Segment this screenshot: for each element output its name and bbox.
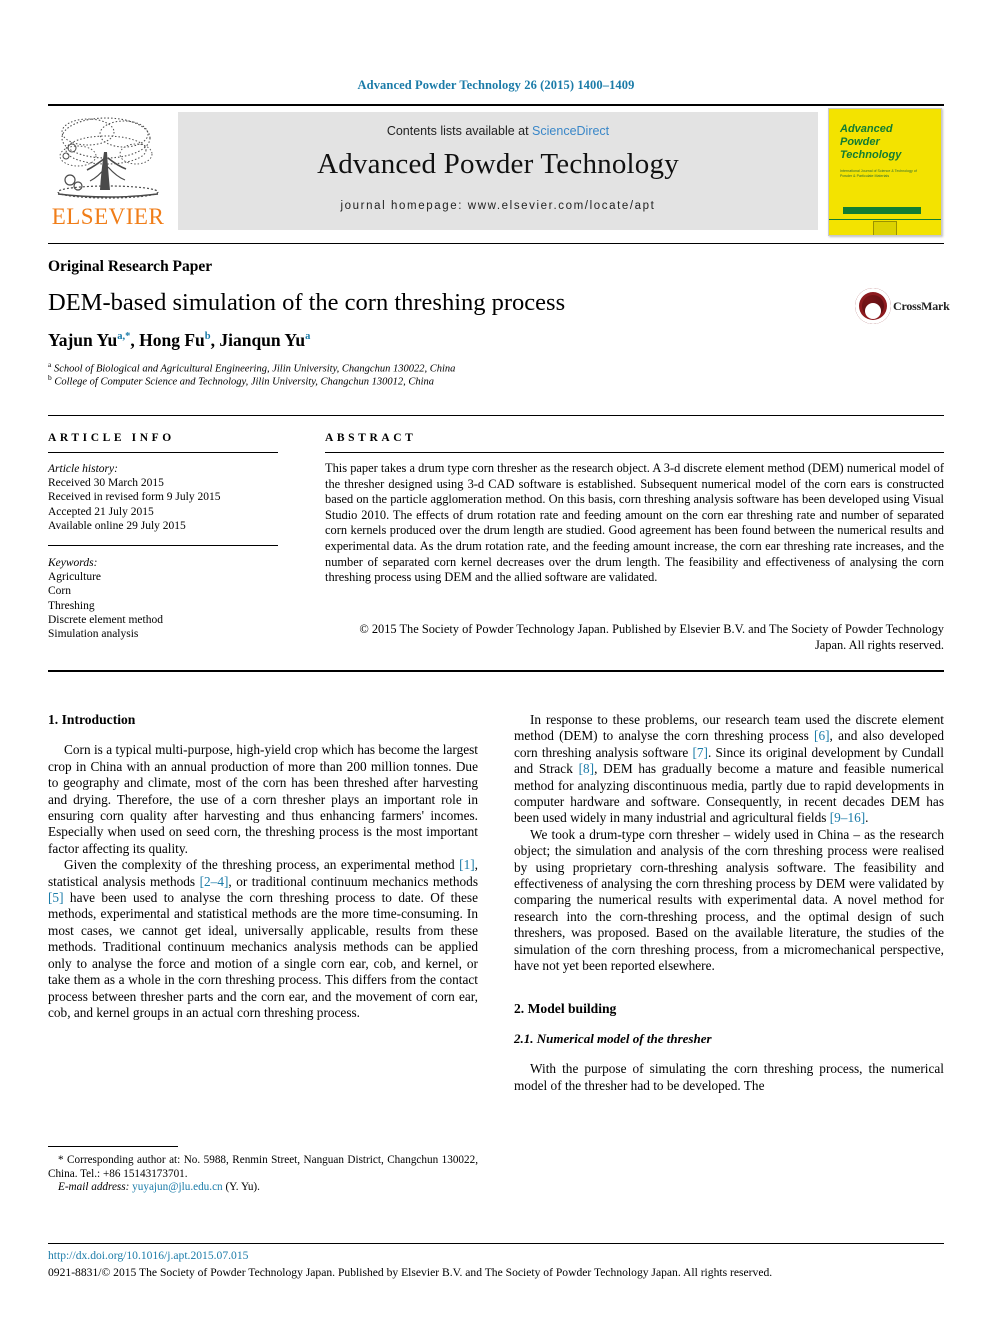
running-head: Advanced Powder Technology 26 (2015) 140… [357, 78, 635, 92]
body-column-right: In response to these problems, our resea… [514, 712, 944, 1094]
author-1-affiliation-marker: a,* [117, 331, 131, 343]
article-history-label: Article history: [48, 463, 118, 475]
citation-link[interactable]: [1] [459, 857, 475, 872]
page-title: DEM-based simulation of the corn threshi… [48, 289, 566, 316]
subsection-heading-numerical-model: 2.1. Numerical model of the thresher [514, 1030, 712, 1046]
affiliation-a-marker: a [48, 360, 52, 369]
keywords-rule [48, 545, 278, 546]
paragraph: With the purpose of simulating the corn … [514, 1061, 944, 1093]
article-page: Advanced Powder Technology 26 (2015) 140… [0, 0, 992, 1323]
history-revised: Received in revised form 9 July 2015 [48, 491, 221, 504]
contents-prefix: Contents lists available at [386, 124, 533, 138]
citation-link[interactable]: [7] [692, 745, 708, 760]
citation-link[interactable]: [5] [48, 890, 64, 905]
corresponding-author-note: * Corresponding author at: No. 5988, Ren… [48, 1154, 478, 1180]
cover-subtitle: International Journal of Science & Techn… [840, 169, 917, 178]
author-2-affiliation-marker: b [204, 331, 211, 343]
contents-list-line: Contents lists available at ScienceDirec… [178, 124, 818, 138]
paragraph: We took a drum-type corn thresher – wide… [514, 826, 944, 974]
journal-banner: Contents lists available at ScienceDirec… [178, 112, 818, 230]
crossmark-icon [855, 288, 891, 324]
footer-rule [48, 1243, 944, 1244]
email-note: E-mail address: yuyajun@jlu.edu.cn (Y. Y… [48, 1181, 478, 1195]
title-top-rule [48, 243, 944, 244]
citation-link[interactable]: [8] [579, 761, 595, 776]
section-heading-introduction: 1. Introduction [48, 712, 136, 727]
keyword-item: Corn [48, 585, 71, 598]
email-label: E-mail address: [58, 1181, 130, 1194]
cover-title: Advanced Powder Technology [840, 123, 902, 161]
keyword-item: Agriculture [48, 571, 102, 584]
affiliation-b-text: College of Computer Science and Technolo… [54, 376, 434, 388]
footnote-block: * Corresponding author at: No. 5988, Ren… [48, 1154, 478, 1195]
author-1: Yajun Yua,* [48, 330, 131, 350]
doi-link[interactable]: http://dx.doi.org/10.1016/j.apt.2015.07.… [48, 1249, 248, 1262]
journal-title: Advanced Powder Technology [317, 148, 679, 180]
keyword-item: Simulation analysis [48, 628, 139, 641]
keywords-label: Keywords: [48, 557, 98, 569]
section-heading-model-building: 2. Model building [514, 1000, 617, 1016]
cover-publisher-logo [873, 221, 897, 235]
keywords-block: Keywords: Agriculture Corn Threshing Dis… [48, 556, 288, 641]
abstract-sub-rule [325, 452, 944, 453]
journal-homepage-link[interactable]: journal homepage: www.elsevier.com/locat… [178, 200, 818, 212]
author-list: Yajun Yua,*, Hong Fub, Jianqun Yua [48, 330, 311, 350]
elsevier-logo: ELSEVIER [48, 112, 168, 232]
history-online: Available online 29 July 2015 [48, 519, 186, 532]
article-info-heading: ARTICLE INFO [48, 432, 175, 444]
author-3-affiliation-marker: a [305, 331, 311, 343]
author-3: Jianqun Yua [219, 330, 311, 350]
elsevier-wordmark: ELSEVIER [51, 204, 165, 229]
affiliation-b: b College of Computer Science and Techno… [48, 371, 838, 389]
citation-link[interactable]: [6] [814, 728, 830, 743]
citation-link[interactable]: [2–4] [200, 874, 229, 889]
info-bottom-rule [48, 670, 944, 672]
elsevier-tree-icon [57, 117, 159, 199]
info-top-rule [48, 415, 944, 416]
footnote-rule [48, 1146, 178, 1147]
affiliation-b-marker: b [48, 373, 52, 382]
paragraph: Corn is a typical multi-purpose, high-yi… [48, 742, 478, 856]
history-accepted: Accepted 21 July 2015 [48, 505, 154, 518]
history-received: Received 30 March 2015 [48, 477, 164, 490]
crossmark-inner-circle [865, 303, 881, 319]
document-type: Original Research Paper [48, 258, 213, 275]
journal-masthead: ELSEVIER Contents lists available at Sci… [48, 104, 944, 236]
citation-link[interactable]: [9–16] [830, 810, 865, 825]
info-sub-rule [48, 452, 278, 453]
journal-cover-thumbnail[interactable]: Advanced Powder Technology International… [828, 108, 942, 236]
abstract-heading: ABSTRACT [325, 432, 417, 444]
body-column-left: 1. Introduction Corn is a typical multi-… [48, 712, 478, 1021]
cover-green-bar [843, 207, 921, 214]
paragraph: Given the complexity of the threshing pr… [48, 857, 478, 1020]
abstract-copyright: © 2015 The Society of Powder Technology … [359, 622, 944, 652]
abstract-text: This paper takes a drum type corn thresh… [325, 461, 944, 585]
author-2: Hong Fub [139, 330, 211, 350]
crossmark-badge[interactable]: CrossMark [855, 283, 950, 333]
sciencedirect-link[interactable]: ScienceDirect [532, 124, 609, 138]
email-owner: (Y. Yu). [225, 1181, 260, 1194]
article-history: Article history: Received 30 March 2015 … [48, 462, 288, 533]
keyword-item: Threshing [48, 599, 95, 612]
email-link[interactable]: yuyajun@jlu.edu.cn [132, 1181, 222, 1193]
issn-copyright-line: 0921-8831/© 2015 The Society of Powder T… [48, 1266, 773, 1279]
crossmark-label: CrossMark [893, 299, 950, 313]
keyword-item: Discrete element method [48, 613, 163, 626]
paragraph: In response to these problems, our resea… [514, 712, 944, 826]
